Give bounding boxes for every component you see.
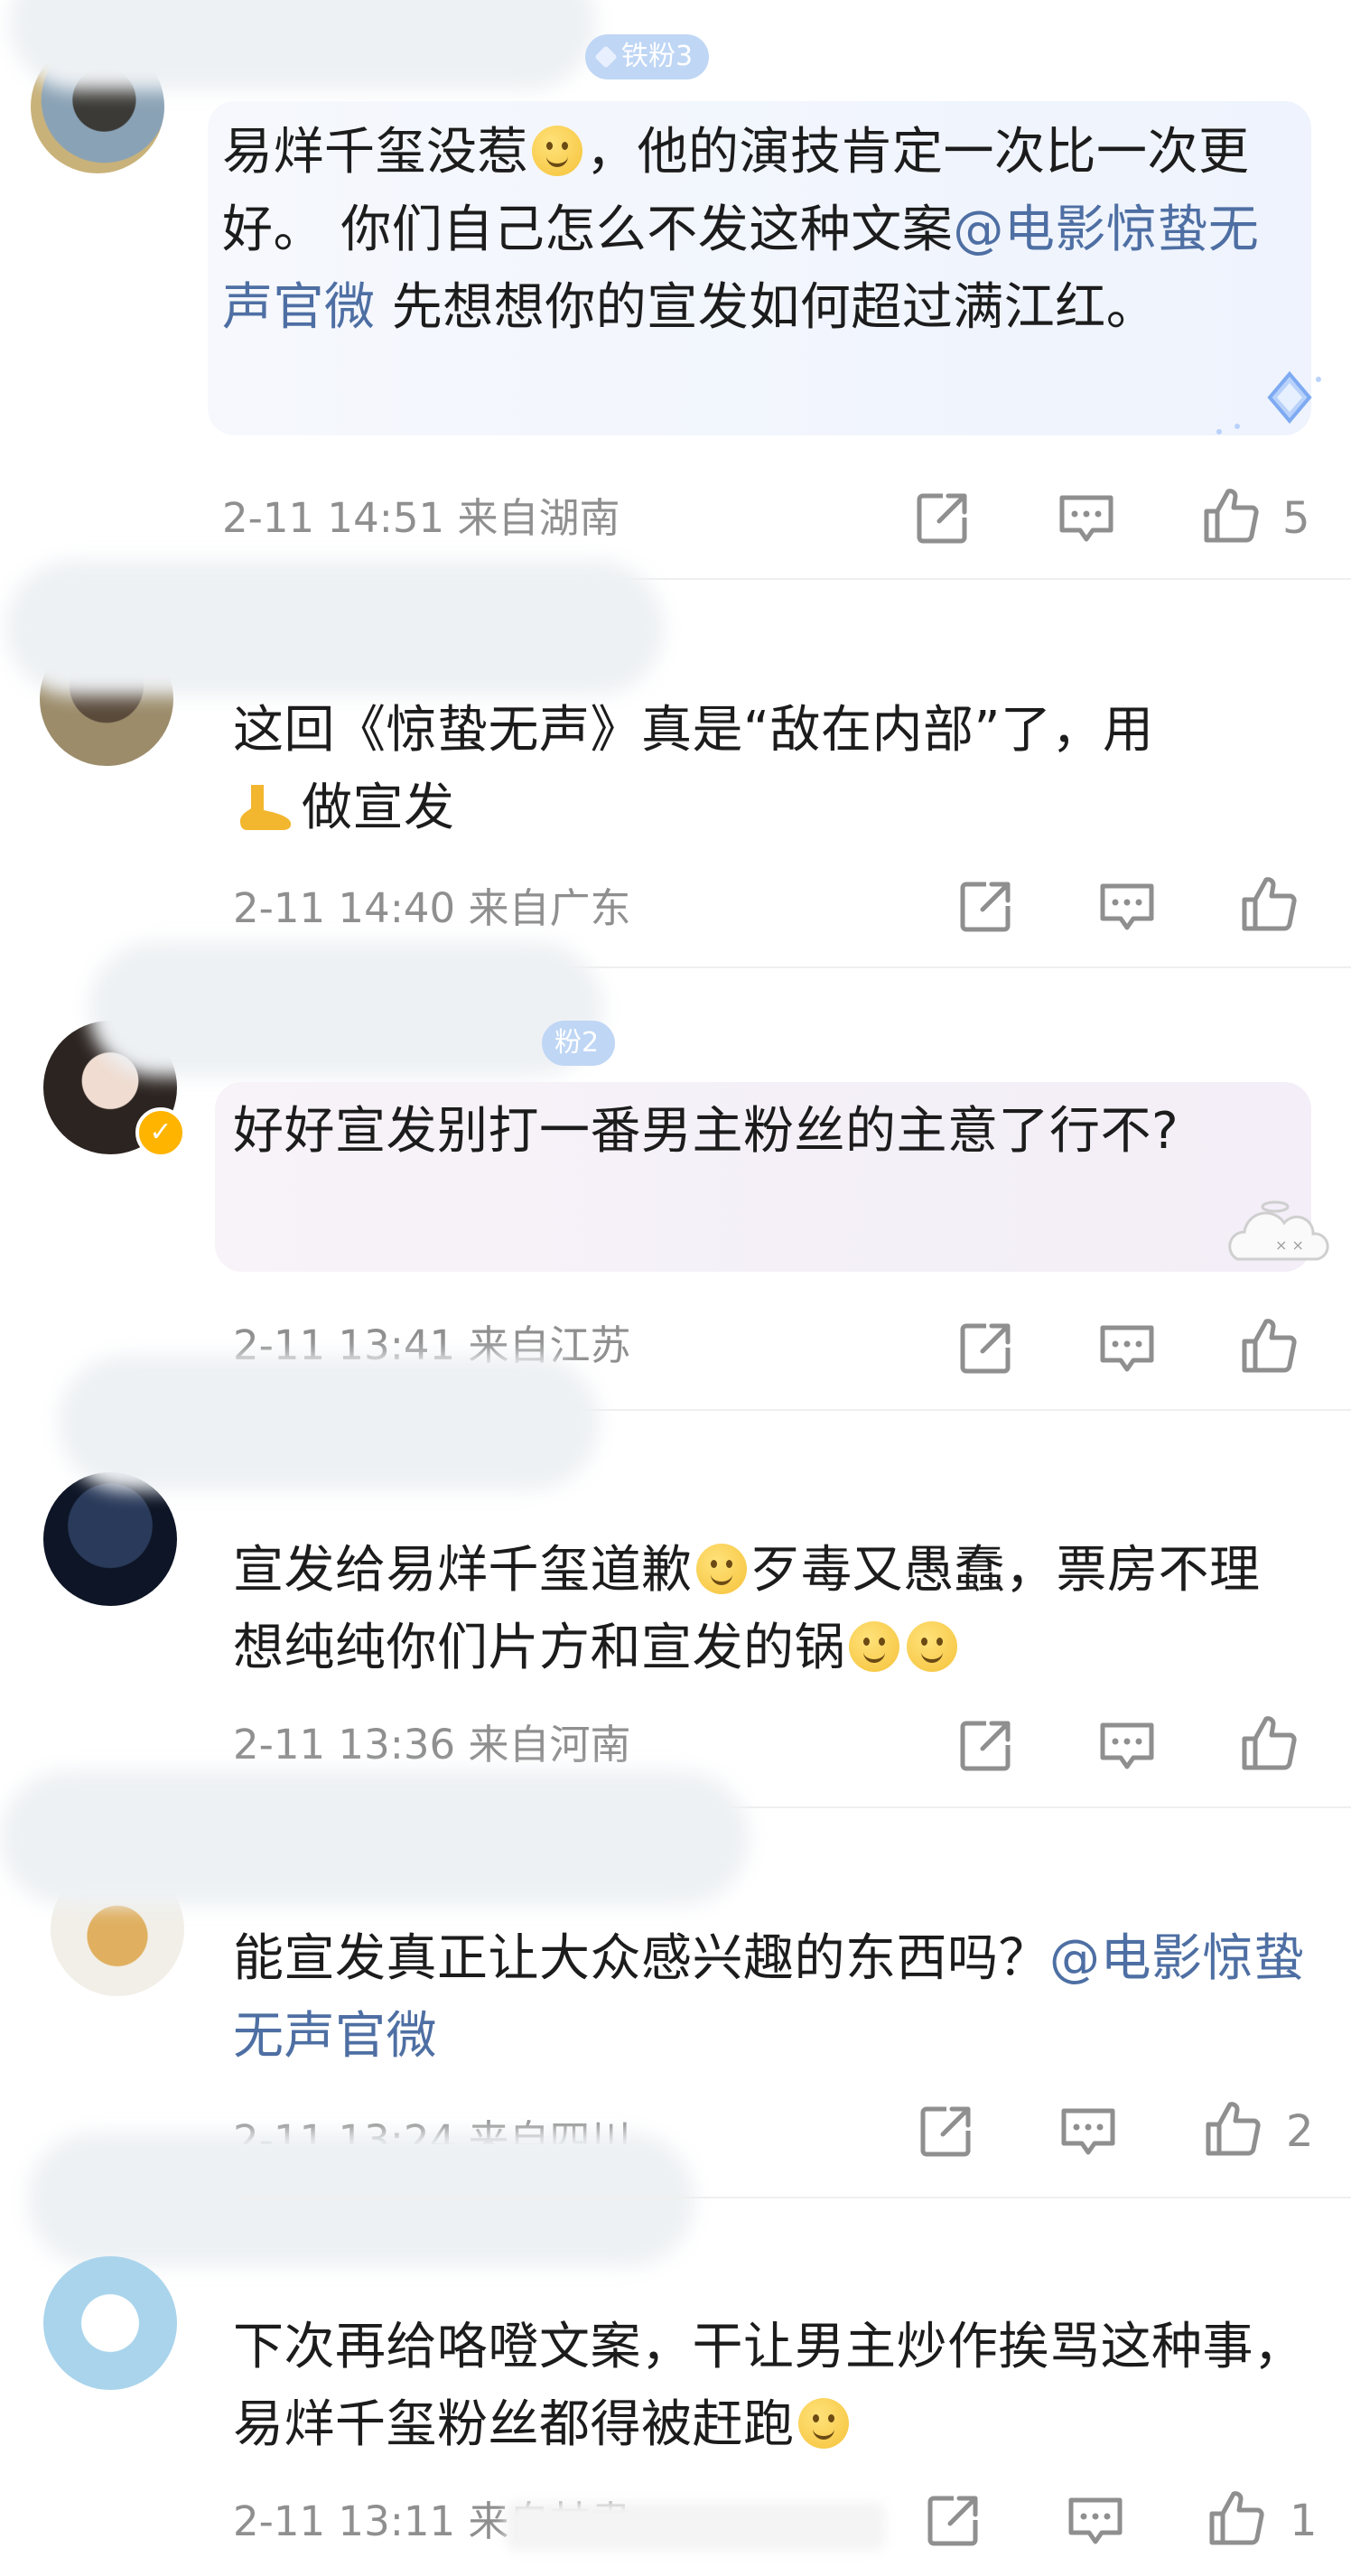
like-icon[interactable] bbox=[1207, 2488, 1266, 2548]
comment-item: 下次再给咯噔文案，干让男主炒作挨骂这种事，易烊千玺粉丝都得被赶跑 2-11 13… bbox=[0, 0, 1351, 2576]
text-segment: 下次再给咯噔文案，干让男主炒作挨骂这种事，易烊千玺粉丝都得被赶跑 bbox=[233, 2318, 1305, 2454]
like-count: 1 bbox=[1290, 2496, 1318, 2546]
comment-icon[interactable] bbox=[1066, 2491, 1125, 2551]
comment-text: 下次再给咯噔文案，干让男主炒作挨骂这种事，易烊千玺粉丝都得被赶跑 bbox=[233, 2309, 1308, 2464]
share-icon[interactable] bbox=[923, 2491, 983, 2551]
smile-emoji-icon bbox=[797, 2398, 849, 2449]
watermark-blur bbox=[506, 2502, 885, 2551]
avatar[interactable] bbox=[43, 2256, 177, 2390]
timestamp: 2-11 13:11 bbox=[233, 2497, 456, 2545]
